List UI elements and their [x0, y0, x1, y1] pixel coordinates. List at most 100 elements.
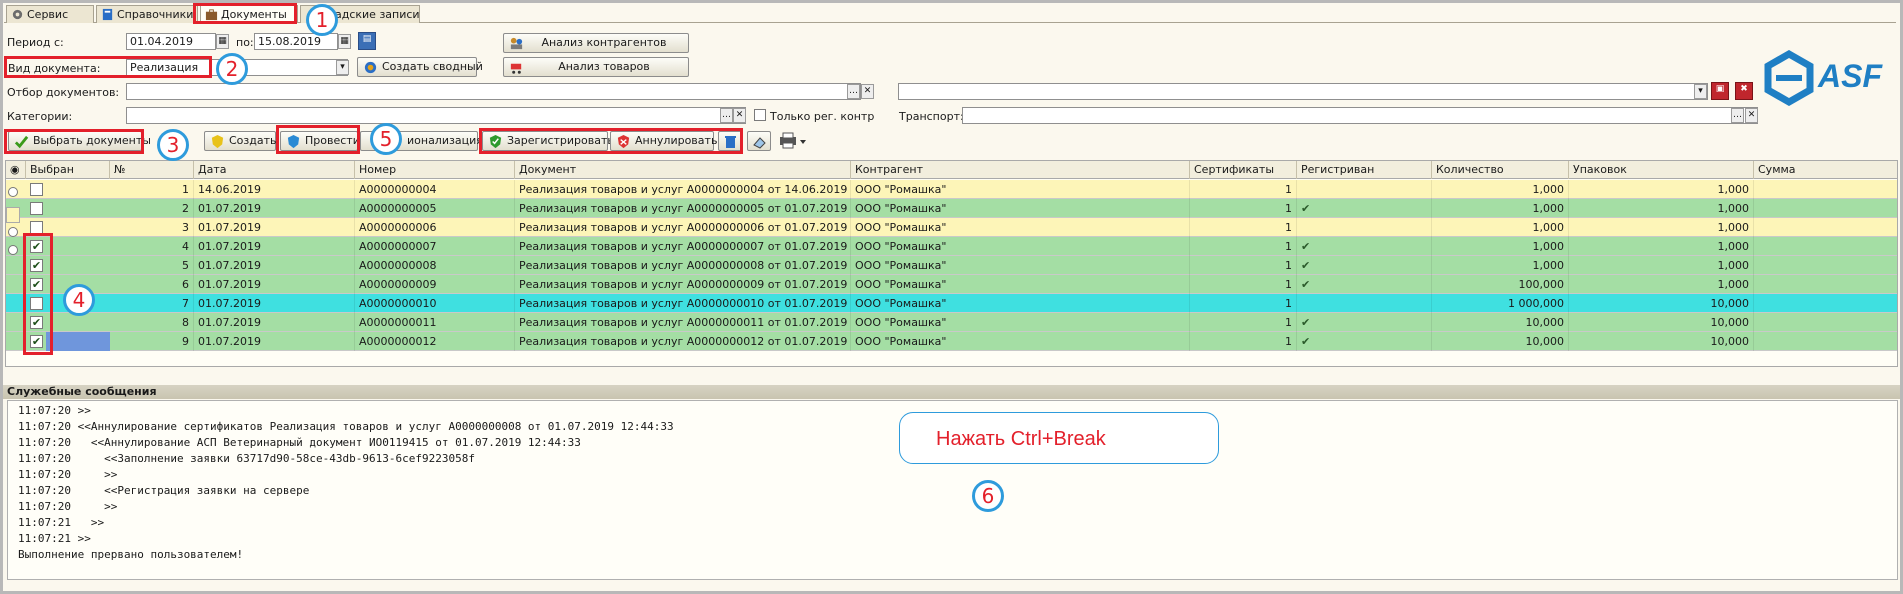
column-date[interactable]: Дата	[194, 161, 355, 179]
message-line: 11:07:20 <<Аннулирование АСП Ветеринарны…	[18, 436, 581, 449]
clear-icon[interactable]: ✕	[1745, 108, 1758, 123]
print-button[interactable]	[778, 132, 808, 150]
transport-input[interactable]	[962, 107, 1758, 124]
table-cell: Реализация товаров и услуг A0000000004 о…	[515, 180, 851, 199]
table-cell: 1,000	[1432, 237, 1569, 256]
column-registered[interactable]: Регистриван	[1297, 161, 1432, 179]
gear-icon	[12, 9, 23, 20]
table-row[interactable]: ✔ 9 01.07.2019 A0000000012 Реализация товаро…	[6, 332, 1897, 351]
column-contractor[interactable]: Контрагент	[851, 161, 1190, 179]
table-cell: 1,000	[1432, 199, 1569, 218]
column-packs[interactable]: Упаковок	[1569, 161, 1754, 179]
ellipsis-icon[interactable]: …	[1731, 108, 1744, 123]
callout-marker: 2	[216, 53, 248, 85]
post-button[interactable]: Провести	[280, 131, 360, 151]
tab-documents[interactable]: Документы	[200, 5, 298, 23]
table-cell: 1	[1190, 237, 1297, 256]
clear-icon[interactable]: ✕	[733, 108, 746, 123]
trash-icon	[725, 136, 736, 148]
eraser-button[interactable]	[747, 131, 771, 151]
table-row[interactable]: 1 14.06.2019 A0000000004 Реализация товаров…	[6, 180, 1897, 199]
clear-icon[interactable]: ✕	[861, 84, 874, 99]
table-cell: Реализация товаров и услуг A0000000008 о…	[515, 256, 851, 275]
column-certificates[interactable]: Сертификаты	[1190, 161, 1297, 179]
row-select-checkbox[interactable]	[30, 183, 43, 196]
categories-input[interactable]	[126, 107, 746, 124]
column-number[interactable]: Номер	[355, 161, 515, 179]
only-reg-checkbox[interactable]	[754, 109, 766, 121]
table-cell: ✔	[1297, 199, 1432, 218]
row-select-checkbox[interactable]: ✔	[30, 278, 43, 291]
row-select-checkbox[interactable]	[30, 297, 43, 310]
table-cell: Реализация товаров и услуг A0000000011 о…	[515, 313, 851, 332]
analyze-goods-button[interactable]: Анализ товаров	[503, 57, 689, 77]
book-icon	[102, 8, 113, 21]
checkmark-icon	[14, 135, 29, 149]
selection-input[interactable]	[126, 83, 861, 100]
table-row[interactable]: 3 01.07.2019 A0000000006 Реализация товаров…	[6, 218, 1897, 237]
doc-type-label: Вид документа:	[8, 62, 101, 75]
cart-icon	[510, 63, 522, 74]
shield-icon	[211, 134, 224, 149]
calendar-icon[interactable]: ▦	[338, 34, 351, 49]
column-document[interactable]: Документ	[515, 161, 851, 179]
ellipsis-icon[interactable]: …	[720, 108, 733, 123]
chevron-down-icon[interactable]: ▾	[1694, 84, 1707, 99]
chevron-down-icon[interactable]: ▾	[336, 60, 349, 75]
table-row[interactable]: ✔ 8 01.07.2019 A0000000011 Реализация товаро…	[6, 313, 1897, 332]
table-cell	[1754, 237, 1897, 256]
table-row[interactable]: ✔ 5 01.07.2019 A0000000008 Реализация товаро…	[6, 256, 1897, 275]
radio-button[interactable]	[8, 227, 18, 237]
row-select-checkbox[interactable]	[30, 221, 43, 234]
column-selected[interactable]: Выбран	[26, 161, 110, 179]
period-from-input[interactable]: 01.04.2019	[126, 33, 216, 50]
table-cell: 1	[1190, 180, 1297, 199]
row-select-checkbox[interactable]	[30, 202, 43, 215]
table-cell: 01.07.2019	[194, 237, 355, 256]
table-cell	[1754, 332, 1897, 351]
table-cell: 1	[1190, 294, 1297, 313]
table-cell: 1	[1190, 199, 1297, 218]
column-quantity[interactable]: Количество	[1432, 161, 1569, 179]
radio-button[interactable]	[8, 187, 18, 197]
row-select-checkbox[interactable]: ✔	[30, 316, 43, 329]
table-row[interactable]: 7 01.07.2019 A0000000010 Реализация товаров…	[6, 294, 1897, 313]
row-select-checkbox[interactable]: ✔	[30, 259, 43, 272]
table-cell	[1297, 218, 1432, 237]
table-cell: A0000000010	[355, 294, 515, 313]
table-row[interactable]: ✔ 6 01.07.2019 A0000000009 Реализация товаро…	[6, 275, 1897, 294]
radio-button[interactable]	[8, 245, 18, 255]
cancel-button[interactable]: Аннулировать	[610, 131, 717, 151]
selection-preset-select[interactable]	[898, 83, 1708, 100]
save-icon[interactable]: ▣	[1711, 82, 1729, 100]
table-cell: ✔	[1297, 237, 1432, 256]
briefcase-icon	[205, 9, 218, 21]
table-cell: 01.07.2019	[194, 332, 355, 351]
table-cell: A0000000005	[355, 199, 515, 218]
row-marker-yellow	[6, 207, 20, 223]
column-sum[interactable]: Сумма	[1754, 161, 1897, 179]
create-summary-button[interactable]: Создать сводный	[357, 57, 483, 77]
row-marker-strip	[6, 179, 20, 259]
row-select-checkbox[interactable]: ✔	[30, 240, 43, 253]
callout-marker: 4	[63, 284, 95, 316]
table-row[interactable]: 2 01.07.2019 A0000000005 Реализация товаров…	[6, 199, 1897, 218]
row-select-checkbox[interactable]: ✔	[30, 335, 43, 348]
register-button[interactable]: Зарегистрировать	[482, 131, 614, 151]
table-cell: ООО "Ромашка"	[851, 313, 1190, 332]
table-cell: Реализация товаров и услуг A0000000009 о…	[515, 275, 851, 294]
tab-directories[interactable]: Справочники	[96, 5, 198, 23]
table-cell	[1754, 180, 1897, 199]
tab-service[interactable]: Сервис	[6, 5, 94, 23]
select-documents-button[interactable]: Выбрать документы	[8, 131, 151, 151]
table-row[interactable]: ✔ 4 01.07.2019 A0000000007 Реализация товаро…	[6, 237, 1897, 256]
create-button[interactable]: Создать	[204, 131, 277, 151]
column-number-index[interactable]: №	[110, 161, 194, 179]
table-cell: 7	[110, 294, 194, 313]
ellipsis-icon[interactable]: …	[847, 84, 860, 99]
period-settings-icon[interactable]: ▤	[358, 32, 376, 50]
delete-preset-icon[interactable]: ✖	[1735, 82, 1753, 100]
analyze-contractors-button[interactable]: Анализ контрагентов	[503, 33, 689, 53]
calendar-icon[interactable]: ▦	[216, 34, 229, 49]
trash-button[interactable]	[718, 131, 742, 151]
